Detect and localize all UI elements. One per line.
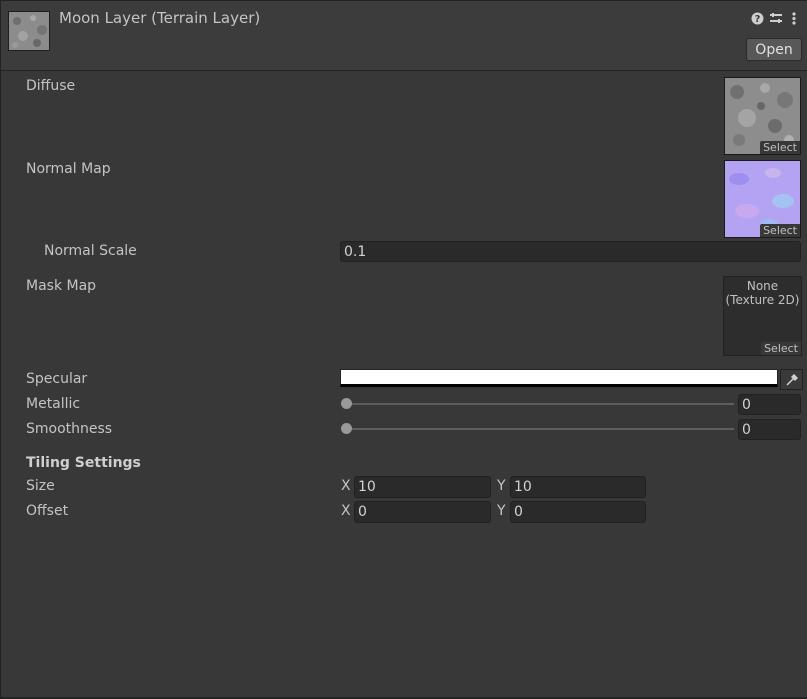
normal-scale-input[interactable]: 0.1: [340, 241, 801, 262]
mask-map-label: Mask Map: [26, 278, 97, 294]
offset-x-input[interactable]: 0: [354, 501, 491, 523]
smoothness-slider-handle[interactable]: [341, 423, 352, 434]
smoothness-input[interactable]: 0: [738, 419, 801, 440]
metallic-slider-handle[interactable]: [341, 398, 352, 409]
size-label: Size: [26, 478, 55, 494]
normal-map-select-button[interactable]: Select: [760, 224, 800, 237]
normal-map-texture-slot[interactable]: Select: [724, 160, 801, 238]
mask-map-select-button[interactable]: Select: [761, 342, 801, 355]
more-menu-icon[interactable]: [790, 11, 798, 25]
normal-scale-label: Normal Scale: [44, 243, 137, 259]
offset-y-label: Y: [497, 503, 506, 519]
top-border: [0, 0, 807, 1]
smoothness-label: Smoothness: [26, 421, 113, 437]
smoothness-slider-track[interactable]: [346, 428, 734, 430]
inspector-title: Moon Layer (Terrain Layer): [59, 9, 261, 27]
eyedropper-icon[interactable]: [780, 369, 803, 390]
metallic-label: Metallic: [26, 396, 81, 412]
normal-map-label: Normal Map: [26, 161, 111, 177]
offset-label: Offset: [26, 503, 69, 519]
metallic-input[interactable]: 0: [738, 394, 801, 415]
size-x-label: X: [341, 478, 351, 494]
mask-map-texture-slot[interactable]: None (Texture 2D) Select: [723, 276, 802, 356]
size-y-input[interactable]: 10: [510, 476, 646, 498]
size-y-label: Y: [497, 478, 506, 494]
metallic-slider-track[interactable]: [346, 403, 734, 405]
terrain-layer-thumbnail: [8, 11, 50, 51]
offset-y-input[interactable]: 0: [510, 501, 646, 523]
preset-icon[interactable]: [769, 11, 783, 25]
mask-map-none-text: None: [746, 279, 779, 293]
size-x-input[interactable]: 10: [354, 476, 491, 498]
diffuse-texture-slot[interactable]: Select: [724, 77, 801, 155]
specular-label: Specular: [26, 371, 88, 387]
tiling-settings-heading: Tiling Settings: [26, 455, 141, 471]
diffuse-label: Diffuse: [26, 78, 76, 94]
open-button[interactable]: Open: [746, 38, 802, 61]
offset-x-label: X: [341, 503, 351, 519]
diffuse-select-button[interactable]: Select: [760, 141, 800, 154]
svg-text:?: ?: [754, 14, 760, 25]
specular-color-field[interactable]: [340, 369, 778, 387]
mask-map-type-text: (Texture 2D): [725, 293, 800, 307]
left-border: [0, 0, 1, 699]
help-icon[interactable]: ?: [750, 11, 764, 25]
